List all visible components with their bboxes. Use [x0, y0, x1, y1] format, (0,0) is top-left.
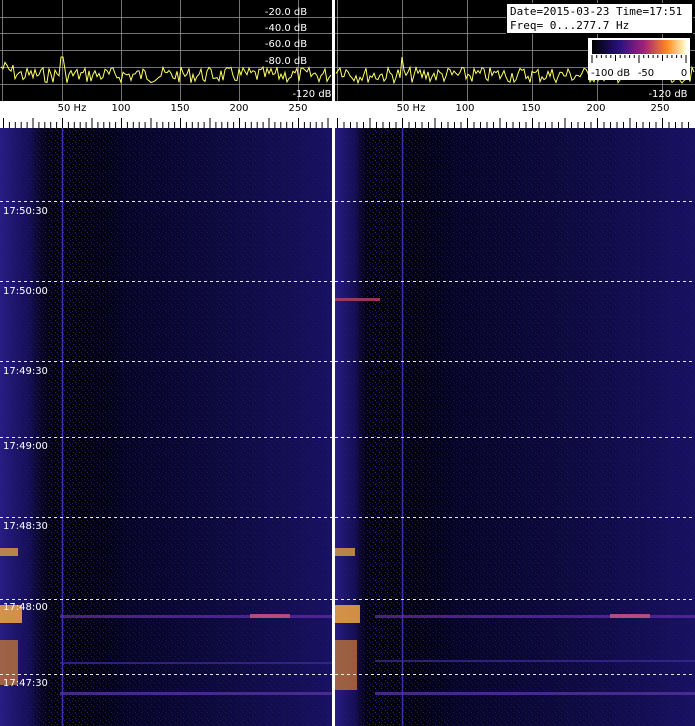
time-label-174830: 17:48:30: [3, 521, 48, 532]
right-db-label: -120 dB: [648, 89, 687, 100]
db-label-3: -60.0 dB: [265, 39, 307, 50]
freq-label-150: 150: [170, 103, 189, 114]
time-label-174800: 17:48:00: [3, 602, 48, 613]
left-waterfall: [0, 128, 332, 726]
freq-label-250: 250: [288, 103, 307, 114]
info-date-time: Date=2015-03-23 Time=17:51: [510, 5, 682, 18]
right-panel: -120 dB 50 Hz 100 150 200 250: [335, 0, 695, 726]
left-panel: -20.0 dB -40.0 dB -60.0 dB -80.0 dB -120…: [0, 0, 332, 726]
time-label-175000: 17:50:00: [3, 286, 48, 297]
info-freq-range: Freq= 0...277.7 Hz: [510, 19, 629, 32]
time-label-174730: 17:47:30: [3, 678, 48, 689]
right-freq-label-50: 50 Hz: [397, 103, 426, 114]
colorbar-min-label: -100 dB: [591, 68, 630, 79]
time-label-174930: 17:49:30: [3, 366, 48, 377]
info-box: Date=2015-03-23 Time=17:51 Freq= 0...277…: [506, 3, 693, 34]
db-label-1: -20.0 dB: [265, 7, 307, 18]
right-freq-label-150: 150: [521, 103, 540, 114]
colorbar-max-label: 0: [681, 68, 687, 79]
db-label-2: -40.0 dB: [265, 23, 307, 34]
db-label-5: -120 dB: [292, 89, 331, 100]
spectrogram-view: -20.0 dB -40.0 dB -60.0 dB -80.0 dB -120…: [0, 0, 695, 726]
right-waterfall: [335, 128, 695, 726]
panel-divider: [332, 0, 335, 726]
right-freq-label-200: 200: [586, 103, 605, 114]
time-label-175030: 17:50:30: [3, 206, 48, 217]
freq-label-50: 50 Hz: [58, 103, 87, 114]
colorbar-gradient: [592, 40, 686, 54]
right-freq-label-250: 250: [650, 103, 669, 114]
freq-label-200: 200: [229, 103, 248, 114]
db-label-4: -80.0 dB: [265, 56, 307, 67]
right-freq-label-100: 100: [455, 103, 474, 114]
left-freq-axis: [0, 101, 332, 128]
freq-label-100: 100: [111, 103, 130, 114]
time-label-174900: 17:49:00: [3, 441, 48, 452]
colorbar: -100 dB -50 0: [588, 38, 690, 80]
colorbar-mid-label: -50: [638, 68, 654, 79]
